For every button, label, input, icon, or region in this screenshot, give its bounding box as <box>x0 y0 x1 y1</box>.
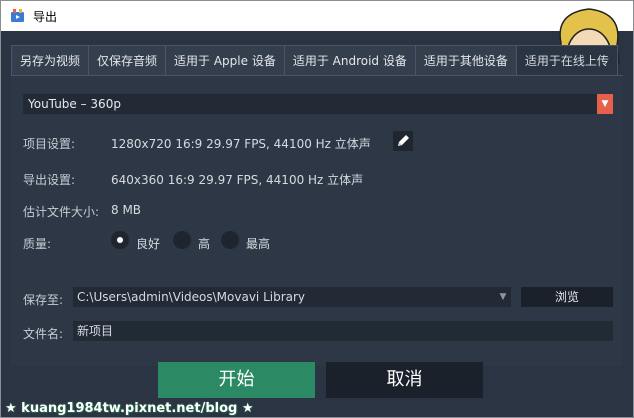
export-tabs: 另存为视频 仅保存音频 适用于 Apple 设备 适用于 Android 设备 … <box>11 45 618 76</box>
edit-settings-button[interactable] <box>393 131 413 151</box>
chevron-down-icon[interactable]: ▼ <box>495 287 511 307</box>
quality-high-label: 高 <box>198 237 211 251</box>
file-name-label: 文件名: <box>23 327 64 341</box>
quality-high-radio[interactable] <box>173 231 191 249</box>
quality-good-label: 良好 <box>136 237 161 251</box>
quality-highest-label: 最高 <box>246 237 271 251</box>
tab-online-upload[interactable]: 适用于在线上传 <box>515 45 618 76</box>
tab-other-devices[interactable]: 适用于其他设备 <box>414 45 517 76</box>
quality-good-radio[interactable] <box>111 231 129 249</box>
export-settings-value: 640x360 16:9 29.97 FPS, 44100 Hz 立体声 <box>111 173 364 187</box>
quality-highest-radio[interactable] <box>221 231 239 249</box>
save-to-label: 保存至: <box>23 293 64 307</box>
tab-audio-only[interactable]: 仅保存音频 <box>88 45 167 76</box>
tab-save-video[interactable]: 另存为视频 <box>11 45 90 76</box>
export-dialog: 导出 ✕ 另存为视频 仅保存音频 适用于 Apple 设备 适用于 Androi… <box>0 0 634 418</box>
tab-apple-devices[interactable]: 适用于 Apple 设备 <box>165 45 285 76</box>
chevron-down-icon[interactable]: ▼ <box>597 94 613 114</box>
file-name-input[interactable]: 新项目 <box>73 321 613 341</box>
browse-button[interactable]: 浏览 <box>521 287 613 307</box>
start-button[interactable]: 开始 <box>158 362 315 398</box>
quality-label: 质量: <box>23 237 52 251</box>
save-path-combobox[interactable]: C:\Users\admin\Videos\Movavi Library <box>73 287 511 307</box>
pencil-icon <box>398 135 409 146</box>
blog-watermark: ★ kuang1984tw.pixnet.net/blog ★ <box>5 401 254 416</box>
estimated-size-label: 估计文件大小: <box>23 205 100 219</box>
tab-android-devices[interactable]: 适用于 Android 设备 <box>283 45 416 76</box>
estimated-size-value: 8 MB <box>111 203 142 217</box>
cancel-button[interactable]: 取消 <box>326 362 483 398</box>
preset-select[interactable]: YouTube – 360p <box>23 94 613 114</box>
movavi-app-icon <box>11 9 24 22</box>
window-title: 导出 <box>33 10 58 24</box>
export-settings-label: 导出设置: <box>23 173 76 187</box>
project-settings-value: 1280x720 16:9 29.97 FPS, 44100 Hz 立体声 <box>111 137 371 151</box>
project-settings-label: 项目设置: <box>23 137 76 151</box>
title-bar: 导出 ✕ <box>1 1 633 31</box>
